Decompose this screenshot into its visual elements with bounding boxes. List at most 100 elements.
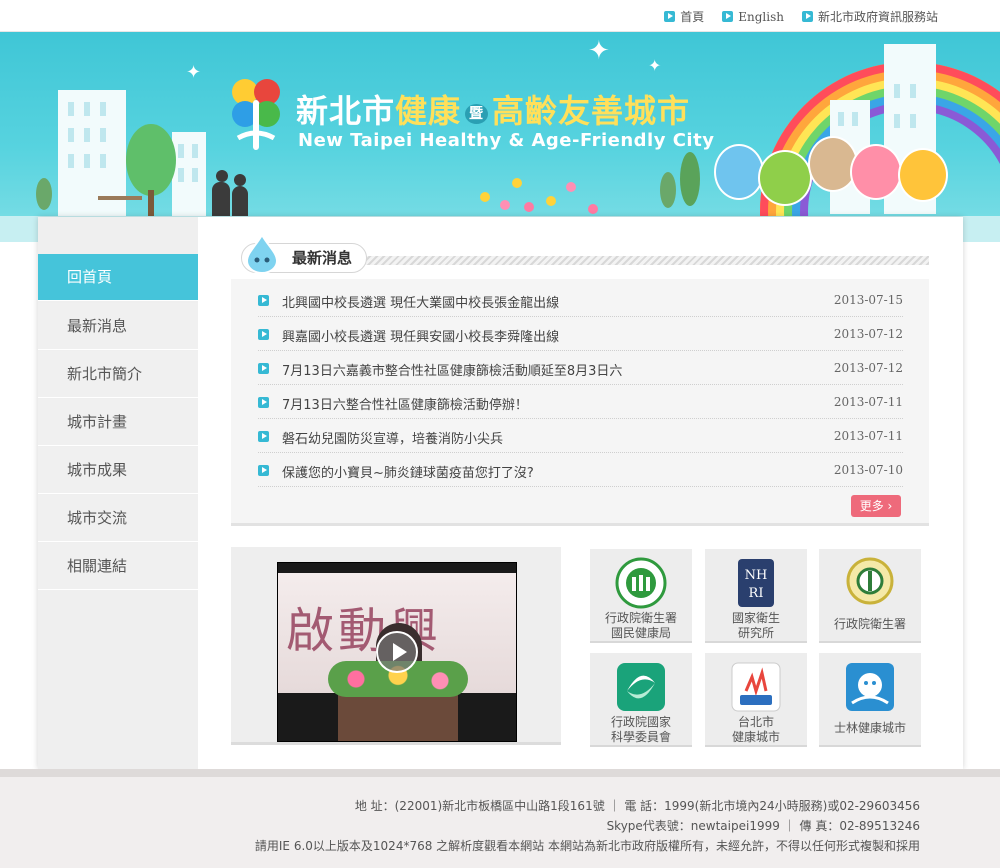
partner-label: 士林健康城市	[833, 721, 906, 735]
news-item[interactable]: 磐石幼兒園防災宣導，培養消防小尖兵 2013-07-11	[258, 419, 903, 453]
news-item[interactable]: 7月13日六整合性社區健康篩檢活動停辦！ 2013-07-11	[258, 385, 903, 419]
bird-icon: ✦	[186, 62, 202, 83]
footer-contact: Skype代表號：newtaipei1999 ｜ 傳 真：02-89513246	[606, 819, 920, 833]
taipei-healthy-city-logo-icon	[731, 662, 781, 712]
top-link-label: English	[738, 9, 784, 24]
partner-label: 行政院國家	[610, 715, 671, 729]
arrow-icon	[258, 397, 269, 408]
partner-link-nhri[interactable]: NH RI 國家衛生 研究所	[705, 549, 807, 643]
sidebar-item-results[interactable]: 城市成果	[38, 447, 198, 494]
sidebar-item-plans[interactable]: 城市計畫	[38, 399, 198, 446]
news-date: 2013-07-12	[833, 361, 903, 375]
news-section-header: 最新消息	[231, 233, 929, 279]
flower-icon	[480, 192, 490, 202]
top-link-label: 新北市政府資訊服務站	[817, 10, 938, 24]
building-illustration	[58, 90, 126, 220]
partner-link-shilin-healthy-city[interactable]: 士林健康城市	[819, 653, 921, 747]
tree-illustration	[36, 178, 52, 210]
site-subtitle: New Taipei Healthy & Age-Friendly City	[298, 130, 715, 151]
partner-label: 行政院衛生署	[833, 617, 906, 631]
partner-label: 國家衛生	[731, 611, 780, 625]
flower-icon	[546, 196, 556, 206]
arrow-icon	[258, 329, 269, 340]
partner-label: 台北市	[737, 715, 774, 729]
arrow-icon	[258, 363, 269, 374]
news-item[interactable]: 北興國中校長遴選 現任大業國中校長張金龍出線 2013-07-15	[258, 283, 903, 317]
news-title[interactable]: 北興國中校長遴選 現任大業國中校長張金龍出線	[282, 292, 559, 311]
top-link-english[interactable]: English	[722, 8, 784, 25]
news-title[interactable]: 磐石幼兒園防災宣導，培養消防小尖兵	[282, 428, 503, 447]
flower-icon	[566, 182, 576, 192]
more-news-button[interactable]: 更多 ›	[851, 495, 901, 517]
flower-icon	[588, 204, 598, 214]
partner-link-department-of-health[interactable]: 行政院衛生署	[819, 549, 921, 643]
site-title: 新北市健康暨高齡友善城市	[296, 92, 691, 130]
arrow-icon	[664, 11, 676, 22]
arrow-icon	[258, 465, 269, 476]
sidebar-nav: 回首頁 最新消息 新北市簡介 城市計畫 城市成果 城市交流 相關連結	[38, 217, 198, 769]
nhri-logo-icon: NH RI	[738, 559, 774, 607]
decorative-stripe	[291, 256, 929, 265]
news-date: 2013-07-10	[833, 463, 903, 477]
footer-address: 地 址：(22001)新北市板橋區中山路1段161號 ｜ 電 話：1999(新北…	[354, 799, 920, 813]
top-link-home[interactable]: 首頁	[664, 8, 704, 25]
top-links: 首頁 English 新北市政府資訊服務站	[664, 8, 938, 25]
arrow-icon	[258, 431, 269, 442]
flower-icon	[500, 200, 510, 210]
tree-illustration	[660, 172, 676, 208]
sidebar-item-exchange[interactable]: 城市交流	[38, 495, 198, 542]
news-title[interactable]: 保護您的小寶貝~肺炎鏈球菌疫苗您打了沒?	[282, 462, 534, 481]
video-section: 啟動興	[231, 547, 561, 745]
news-date: 2013-07-12	[833, 327, 903, 341]
main-panel: 回首頁 最新消息 新北市簡介 城市計畫 城市成果 城市交流 相關連結 最新消息 …	[38, 217, 963, 769]
flower-icon	[524, 202, 534, 212]
department-of-health-logo-icon	[846, 557, 894, 605]
svg-text:NH: NH	[745, 568, 768, 583]
news-title[interactable]: 7月13日六整合性社區健康篩檢活動停辦！	[282, 394, 528, 413]
news-divider	[231, 523, 929, 526]
play-icon[interactable]	[376, 631, 418, 673]
news-date: 2013-07-11	[833, 429, 903, 443]
partner-label: 研究所	[737, 626, 774, 640]
water-drop-mascot-icon	[245, 233, 279, 273]
sidebar-item-links[interactable]: 相關連結	[38, 543, 198, 590]
news-item[interactable]: 保護您的小寶貝~肺炎鏈球菌疫苗您打了沒? 2013-07-10	[258, 453, 903, 487]
bird-icon: ✦	[648, 56, 662, 75]
elderly-couple-illustration	[208, 170, 256, 220]
news-title[interactable]: 7月13日六嘉義市整合性社區健康篩檢活動順延至8月3日六	[282, 360, 622, 379]
arrow-icon	[801, 11, 813, 22]
building-illustration	[172, 132, 206, 220]
mascot-green	[758, 150, 812, 206]
page-footer: 地 址：(22001)新北市板橋區中山路1段161號 ｜ 電 話：1999(新北…	[0, 769, 1000, 868]
arrow-icon	[722, 11, 734, 22]
svg-text:RI: RI	[749, 586, 764, 601]
city-logo-icon	[232, 79, 280, 150]
video-player[interactable]: 啟動興	[277, 562, 517, 742]
news-list: 北興國中校長遴選 現任大業國中校長張金龍出線 2013-07-15 興嘉國小校長…	[231, 279, 929, 525]
flower-icon	[512, 178, 522, 188]
partner-label: 健康城市	[731, 730, 780, 744]
header-banner: ✦ ✦ ✦ 新北市健康暨高齡友善城市 New Taipei Healthy & …	[0, 32, 1000, 242]
partner-link-taipei-healthy-city[interactable]: 台北市 健康城市	[705, 653, 807, 747]
mascot-blue	[714, 144, 764, 200]
partner-link-nsc[interactable]: 行政院國家 科學委員會	[590, 653, 692, 747]
tree-illustration	[126, 124, 176, 196]
mascot-pink	[850, 144, 902, 200]
footer-notice: 請用IE 6.0以上版本及1024*768 之解析度觀看本網站 本網站為新北市政…	[254, 839, 920, 853]
sidebar-item-home[interactable]: 回首頁	[38, 254, 198, 301]
sidebar-item-news[interactable]: 最新消息	[38, 303, 198, 350]
arrow-icon	[258, 295, 269, 306]
news-date: 2013-07-15	[833, 293, 903, 307]
news-item[interactable]: 7月13日六嘉義市整合性社區健康篩檢活動順延至8月3日六 2013-07-12	[258, 351, 903, 385]
bird-icon: ✦	[588, 36, 610, 66]
partner-label: 科學委員會	[610, 730, 671, 744]
top-link-service-station[interactable]: 新北市政府資訊服務站	[801, 8, 938, 25]
sidebar-item-about[interactable]: 新北市簡介	[38, 351, 198, 398]
health-promotion-logo-icon	[615, 557, 667, 609]
news-title[interactable]: 興嘉國小校長遴選 現任興安國小校長李舜隆出線	[282, 326, 559, 345]
news-date: 2013-07-11	[833, 395, 903, 409]
partner-link-health-promotion[interactable]: 行政院衛生署 國民健康局	[590, 549, 692, 643]
shilin-healthy-city-logo-icon	[846, 663, 894, 711]
partner-label: 行政院衛生署	[604, 611, 677, 625]
news-item[interactable]: 興嘉國小校長遴選 現任興安國小校長李舜隆出線 2013-07-12	[258, 317, 903, 351]
